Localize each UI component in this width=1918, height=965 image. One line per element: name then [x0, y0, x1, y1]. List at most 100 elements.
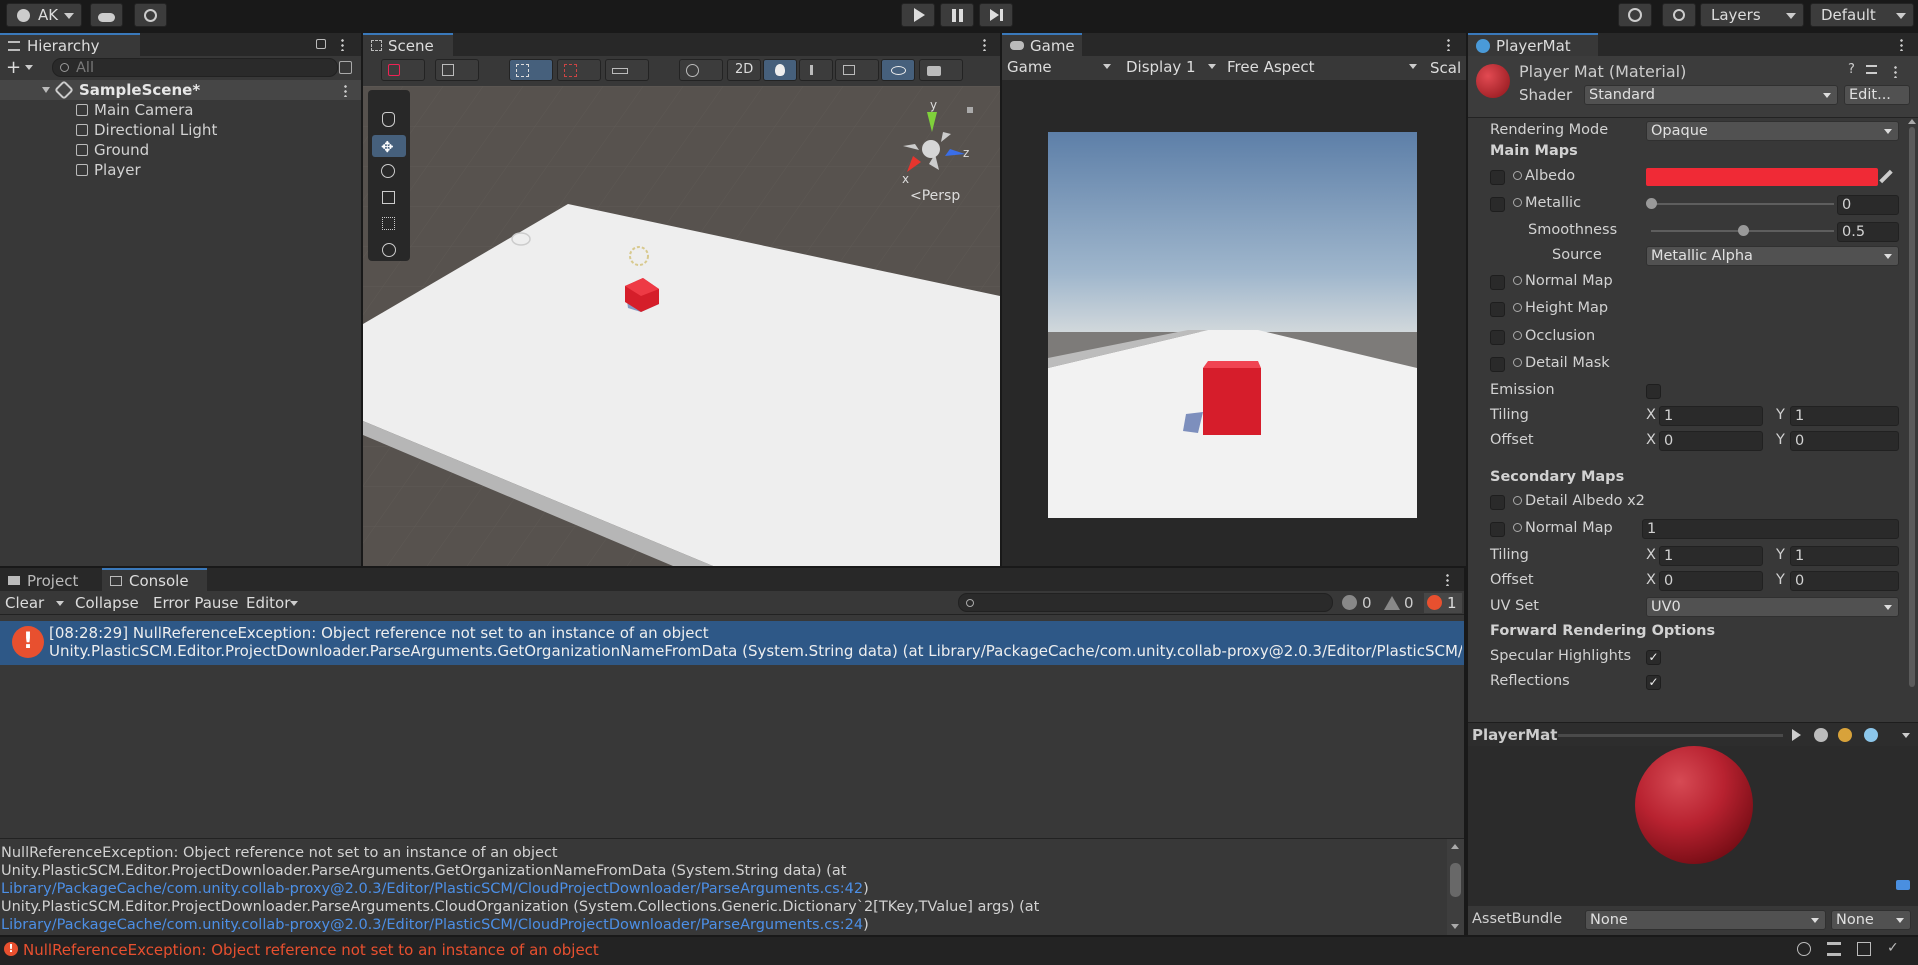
tab-console[interactable]: Console: [102, 568, 207, 591]
eyedropper-icon[interactable]: [1879, 169, 1893, 184]
console-menu-icon[interactable]: [1446, 573, 1449, 586]
grid-snap-button[interactable]: [509, 59, 553, 81]
stack-trace-link[interactable]: Library/PackageCache/com.unity.collab-pr…: [1, 917, 863, 933]
secondary-tiling-y-field[interactable]: 1: [1790, 546, 1899, 566]
shader-dropdown[interactable]: Standard: [1584, 85, 1838, 105]
occlusion-slot[interactable]: [1490, 330, 1505, 345]
draw-mode-button[interactable]: [381, 59, 425, 81]
gizmo-lock-icon[interactable]: [967, 107, 973, 113]
sky-icon[interactable]: [1864, 728, 1878, 742]
check-icon[interactable]: ✓: [1887, 940, 1899, 956]
lighting-button[interactable]: [763, 59, 797, 81]
tab-game[interactable]: Game: [1002, 33, 1082, 56]
material-preview[interactable]: [1468, 746, 1918, 906]
normal-map-slot[interactable]: [1490, 275, 1505, 290]
account-dropdown[interactable]: AK: [6, 3, 82, 27]
shader-edit-button[interactable]: Edit...: [1844, 85, 1910, 105]
effects-button[interactable]: [835, 59, 879, 81]
console-search-input[interactable]: [958, 593, 1333, 612]
aspect-dropdown[interactable]: Free Aspect: [1227, 58, 1417, 78]
shading-button[interactable]: [679, 59, 723, 81]
editor-dropdown[interactable]: Editor: [246, 594, 290, 612]
albedo-texture-slot[interactable]: [1490, 170, 1505, 185]
services-button[interactable]: [134, 3, 167, 27]
hierarchy-item[interactable]: Ground: [76, 140, 149, 160]
scale-label[interactable]: Scal: [1430, 59, 1461, 77]
tab-scene[interactable]: Scene: [363, 33, 453, 56]
undo-history-button[interactable]: [1618, 3, 1652, 27]
smoothness-slider[interactable]: [1646, 224, 1839, 238]
smoothness-value-field[interactable]: 0.5: [1837, 222, 1899, 242]
secondary-offset-y-field[interactable]: 0: [1790, 571, 1899, 591]
secondary-normal-scale-field[interactable]: 1: [1642, 519, 1899, 539]
play-icon[interactable]: [1792, 729, 1801, 741]
render-mode-button[interactable]: [435, 59, 479, 81]
light-icon[interactable]: [1838, 728, 1852, 742]
tab-hierarchy[interactable]: Hierarchy: [0, 33, 140, 56]
tab-inspector[interactable]: PlayerMat: [1468, 33, 1598, 56]
warning-filter-button[interactable]: 0: [1382, 593, 1420, 613]
cloud-button[interactable]: [90, 3, 123, 27]
inspector-menu-icon[interactable]: [1900, 38, 1903, 51]
offset-y-field[interactable]: 0: [1790, 431, 1899, 451]
help-icon[interactable]: ?: [1848, 62, 1855, 77]
debug-icon[interactable]: [1797, 942, 1811, 956]
console-detail-line[interactable]: Library/PackageCache/com.unity.collab-pr…: [1, 880, 1039, 898]
hierarchy-menu-icon[interactable]: [341, 38, 344, 51]
material-menu-icon[interactable]: [1894, 65, 1897, 78]
uv-set-dropdown[interactable]: UV0: [1646, 597, 1899, 617]
scene-menu-icon[interactable]: [983, 38, 986, 51]
chevron-down-icon[interactable]: [1902, 733, 1910, 738]
display-dropdown[interactable]: Display 1: [1126, 58, 1216, 78]
game-mode-dropdown[interactable]: Game: [1007, 58, 1115, 78]
scale-tool[interactable]: [372, 187, 406, 209]
status-message[interactable]: NullReferenceException: Object reference…: [23, 941, 599, 959]
error-pause-button[interactable]: Error Pause: [153, 594, 238, 612]
persp-label[interactable]: <Persp: [910, 188, 960, 204]
console-detail-line[interactable]: Library/PackageCache/com.unity.collab-pr…: [1, 916, 1039, 934]
label-tag-icon[interactable]: [1896, 880, 1910, 890]
hand-tool[interactable]: [372, 109, 406, 131]
preset-icon[interactable]: [1866, 65, 1877, 74]
secondary-tiling-x-field[interactable]: 1: [1659, 546, 1763, 566]
hierarchy-item[interactable]: Main Camera: [76, 100, 193, 120]
ruler-button[interactable]: [605, 59, 649, 81]
transform-tool[interactable]: [372, 239, 406, 261]
reflections-checkbox[interactable]: ✓: [1646, 675, 1661, 690]
detail-albedo-slot[interactable]: [1490, 495, 1505, 510]
hierarchy-item[interactable]: Player: [76, 160, 141, 180]
albedo-color-field[interactable]: [1646, 168, 1878, 186]
inspector-scrollbar[interactable]: [1906, 119, 1918, 749]
game-menu-icon[interactable]: [1447, 38, 1450, 51]
add-dropdown-icon[interactable]: [25, 65, 33, 70]
preview-drag-handle[interactable]: [1558, 734, 1783, 737]
collapse-button[interactable]: Collapse: [75, 594, 139, 612]
rendering-mode-dropdown[interactable]: Opaque: [1646, 121, 1899, 141]
scene-viewport[interactable]: ✥ y z x <Persp: [363, 86, 1000, 566]
detail-mask-slot[interactable]: [1490, 357, 1505, 372]
clear-dropdown-icon[interactable]: [56, 601, 64, 606]
move-tool[interactable]: ✥: [372, 135, 406, 157]
snap-increment-button[interactable]: [557, 59, 601, 81]
add-icon[interactable]: +: [6, 57, 21, 78]
secondary-offset-x-field[interactable]: 0: [1659, 571, 1763, 591]
offset-x-field[interactable]: 0: [1659, 431, 1763, 451]
console-log-entry[interactable]: ! [08:28:29] NullReferenceException: Obj…: [0, 621, 1464, 665]
sphere-mesh-icon[interactable]: [1814, 728, 1828, 742]
hierarchy-search-input[interactable]: All: [52, 58, 338, 77]
tiling-x-field[interactable]: 1: [1659, 406, 1763, 426]
metallic-value-field[interactable]: 0: [1837, 195, 1899, 215]
clear-button[interactable]: Clear: [5, 594, 44, 612]
tab-project[interactable]: Project: [0, 568, 100, 591]
error-filter-button[interactable]: 1: [1424, 593, 1462, 613]
tiling-y-field[interactable]: 1: [1790, 406, 1899, 426]
scene-menu-icon[interactable]: [344, 84, 347, 97]
hidden-objects-button[interactable]: [881, 59, 915, 81]
scene-visibility-icon[interactable]: [339, 61, 352, 74]
emission-checkbox[interactable]: [1646, 384, 1661, 399]
network-icon[interactable]: [1857, 942, 1871, 956]
mode-2d-button[interactable]: 2D: [727, 59, 761, 81]
log-filter-button[interactable]: 0: [1340, 593, 1378, 613]
camera-button[interactable]: [919, 59, 963, 81]
search-button[interactable]: [1662, 3, 1696, 27]
